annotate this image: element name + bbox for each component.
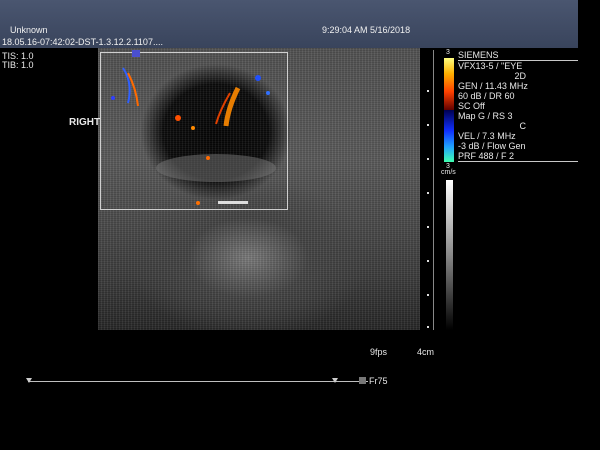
probe-label: VFX13-5 / "EYE [458, 61, 523, 71]
depth-marker [427, 294, 429, 296]
frame-number: Fr75 [369, 376, 388, 386]
study-id: 18.05.16-07:42:02-DST-1.3.12.2.1107.... [2, 37, 163, 47]
divider [458, 161, 578, 162]
flow-label: -3 dB / Flow Gen [458, 141, 526, 151]
tib-index: TIB: 1.0 [2, 60, 34, 70]
depth-marker [427, 260, 429, 262]
mode-2d-label: 2D [514, 71, 526, 81]
db-label: 60 dB / DR 60 [458, 91, 515, 101]
timeline-marker-icon[interactable] [332, 378, 338, 383]
patient-name: Unknown [10, 25, 48, 35]
depth-marker [427, 226, 429, 228]
color-roi-box[interactable] [100, 52, 288, 210]
color-bar-negative [444, 110, 454, 162]
prf-label: PRF 488 / F 2 [458, 151, 515, 161]
mode-c-label: C [519, 121, 527, 131]
orientation-label: RIGHT [69, 117, 101, 128]
depth-marker [427, 192, 429, 194]
vel-label: VEL / 7.3 MHz [458, 131, 516, 141]
scale-top: 3 [446, 49, 450, 56]
focus-marker [132, 50, 140, 57]
depth-marker [427, 326, 429, 328]
gray-scale-bar [446, 180, 453, 330]
parameter-panel: SIEMENS VFX13-5 / "EYE 2D GEN / 11.43 MH… [458, 50, 578, 162]
depth-marker [427, 124, 429, 126]
frame-rate: 9fps [370, 347, 388, 357]
sc-label: SC Off [458, 101, 485, 111]
frame-icon [359, 377, 366, 384]
color-bar-positive [444, 58, 454, 110]
depth-marker [427, 158, 429, 160]
cine-timeline[interactable] [28, 381, 368, 382]
depth-marker [427, 90, 429, 92]
depth-scale-line [433, 50, 434, 330]
timeline-start-icon[interactable] [26, 378, 32, 383]
exam-datetime: 9:29:04 AM 5/16/2018 [322, 25, 411, 35]
brand-label: SIEMENS [458, 50, 499, 60]
velocity-unit: cm/s [441, 169, 456, 176]
gen-label: GEN / 11.43 MHz [458, 81, 528, 91]
depth-value: 4cm [417, 347, 435, 357]
map-label: Map G / RS 3 [458, 111, 513, 121]
